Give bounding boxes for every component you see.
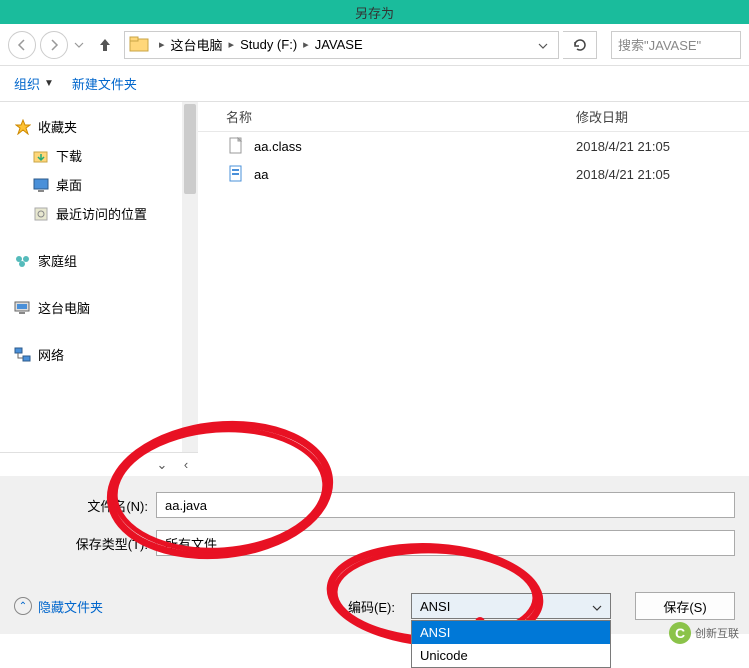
file-icon [226,136,246,156]
savetype-label: 保存类型(T): [14,534,156,553]
search-placeholder: 搜索"JAVASE" [618,35,701,54]
watermark-text: 创新互联 [695,625,739,641]
encoding-label: 编码(E): [348,597,395,616]
encoding-option[interactable]: ANSI [412,621,610,644]
computer-icon [14,299,32,317]
refresh-button[interactable] [563,31,597,59]
chevron-right-icon: ▸ [159,38,165,51]
chevron-down-icon[interactable]: ⌄ [150,453,174,477]
hide-folders-button[interactable]: ⌃ 隐藏文件夹 [14,597,103,616]
dialog-footer: ⌃ 隐藏文件夹 编码(E): ANSI ANSI Unicode 保存(S) [0,578,749,634]
file-row[interactable]: aa 2018/4/21 21:05 [198,160,749,188]
sidebar-item-favorites[interactable]: 收藏夹 [14,112,198,141]
dropdown-icon [592,599,602,614]
back-button[interactable] [8,31,36,59]
download-folder-icon [32,147,50,165]
folder-icon [129,35,151,55]
toolbar: 组织 ▼ 新建文件夹 [0,66,749,102]
homegroup-icon [14,252,32,270]
file-name: aa.class [254,139,576,154]
breadcrumb-item-folder[interactable]: JAVASE [315,37,363,52]
chevron-right-icon: ▸ [303,38,309,51]
up-button[interactable] [96,34,114,56]
savetype-select[interactable]: 所有文件 [156,530,735,556]
watermark: C 创新互联 [669,622,739,644]
column-name[interactable]: 名称 [226,107,576,126]
column-date[interactable]: 修改日期 [576,107,749,126]
sidebar-item-homegroup[interactable]: 家庭组 [14,246,198,275]
breadcrumb[interactable]: ▸ 这台电脑 ▸ Study (F:) ▸ JAVASE [124,31,559,59]
network-icon [14,346,32,364]
nav-tree: 收藏夹 下载 桌面 最近访问的位置 [0,102,198,369]
nav-bar: ▸ 这台电脑 ▸ Study (F:) ▸ JAVASE 搜索"JAVASE" [0,24,749,66]
encoding-option[interactable]: Unicode [412,644,610,667]
breadcrumb-item-drive[interactable]: Study (F:) [240,37,297,52]
file-date: 2018/4/21 21:05 [576,139,670,154]
new-folder-button[interactable]: 新建文件夹 [72,74,137,93]
watermark-icon: C [669,622,691,644]
collapse-icon: ⌃ [14,597,32,615]
sidebar-item-recent[interactable]: 最近访问的位置 [14,199,198,228]
savetype-row: 保存类型(T): 所有文件 [0,530,749,556]
save-form: 文件名(N): 保存类型(T): 所有文件 [0,476,749,578]
window-title: 另存为 [355,3,394,22]
chevron-right-icon: ▸ [229,38,235,51]
recent-icon [32,205,50,223]
file-name: aa [254,167,576,182]
main-area: 收藏夹 下载 桌面 最近访问的位置 [0,102,749,452]
encoding-select[interactable]: ANSI ANSI Unicode [411,593,611,619]
sidebar: 收藏夹 下载 桌面 最近访问的位置 [0,102,198,452]
save-button[interactable]: 保存(S) [635,592,735,620]
sidebar-item-network[interactable]: 网络 [14,340,198,369]
filename-input[interactable] [156,492,735,518]
sidebar-scrollbar[interactable] [182,102,198,452]
sidebar-item-downloads[interactable]: 下载 [14,141,198,170]
file-row[interactable]: aa.class 2018/4/21 21:05 [198,132,749,160]
history-dropdown[interactable] [72,31,86,59]
code-file-icon [226,164,246,184]
desktop-icon [32,176,50,194]
organize-button[interactable]: 组织 ▼ [14,74,54,93]
sidebar-footer: ⌄ ‹ [0,452,198,476]
column-headers: 名称 修改日期 [198,102,749,132]
title-bar: 另存为 [0,0,749,24]
dropdown-icon: ▼ [44,78,54,89]
file-date: 2018/4/21 21:05 [576,167,670,182]
encoding-dropdown: ANSI Unicode [411,620,611,668]
breadcrumb-item-pc[interactable]: 这台电脑 [171,35,223,54]
chevron-left-icon[interactable]: ‹ [174,453,198,477]
sidebar-item-desktop[interactable]: 桌面 [14,170,198,199]
scrollbar-thumb[interactable] [184,104,196,194]
sidebar-item-thispc[interactable]: 这台电脑 [14,293,198,322]
filename-row: 文件名(N): [0,492,749,518]
filename-label: 文件名(N): [14,496,156,515]
breadcrumb-dropdown[interactable] [532,37,554,52]
forward-button[interactable] [40,31,68,59]
file-list: 名称 修改日期 aa.class 2018/4/21 21:05 aa 2018… [198,102,749,452]
search-input[interactable]: 搜索"JAVASE" [611,31,741,59]
star-icon [14,118,32,136]
